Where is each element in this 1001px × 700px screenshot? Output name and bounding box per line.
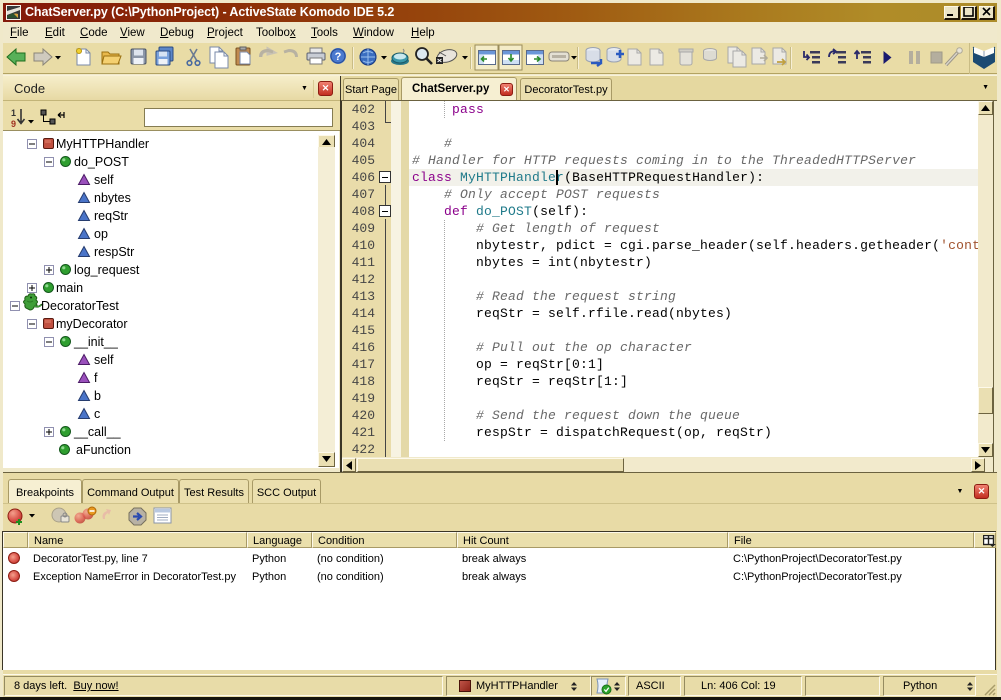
svg-text:?: ? <box>335 51 342 63</box>
svg-text:1: 1 <box>11 108 16 118</box>
svg-text:9: 9 <box>11 119 16 129</box>
